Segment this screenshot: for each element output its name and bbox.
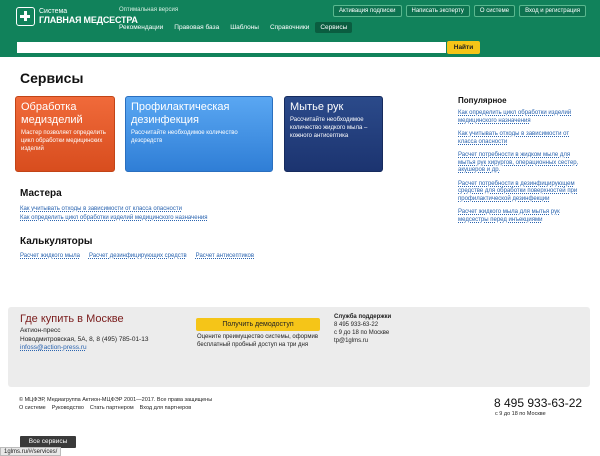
optimal-version-link[interactable]: Оптимальная версия: [119, 7, 178, 13]
card-description: Рассчитайте необходимое количество жидко…: [290, 117, 368, 139]
calc-link-liquid-soap[interactable]: Расчет жидкого мыла: [20, 253, 80, 259]
main-nav: Рекомендации Правовая база Шаблоны Справ…: [114, 22, 353, 33]
search-input[interactable]: [17, 42, 446, 53]
where-to-buy-panel: Где купить в Москве Актион-пресс Новодми…: [8, 307, 590, 387]
popular-link[interactable]: Как определить цикл обработки изделий ме…: [458, 110, 583, 125]
popular-heading: Популярное: [458, 96, 507, 105]
footer-phone: 8 495 933-63-22: [494, 396, 583, 410]
masters-list: Как учитывать отходы в зависимости от кл…: [20, 205, 208, 223]
page-title: Сервисы: [20, 70, 84, 86]
support-phone: 8 495 933-63-22: [334, 322, 379, 328]
site-header: Система ГЛАВНАЯ МЕДСЕСТРА Оптимальная ве…: [0, 0, 600, 57]
support-hours: с 9 до 18 по Москве: [334, 330, 390, 336]
footer-link-about[interactable]: О системе: [19, 405, 46, 411]
nav-templates[interactable]: Шаблоны: [225, 22, 264, 33]
calculators-heading: Калькуляторы: [20, 236, 93, 247]
search-button[interactable]: Найти: [447, 41, 480, 54]
footer-hours: с 9 до 18 по Москве: [495, 411, 546, 417]
support-heading: Служба поддержки: [334, 314, 392, 320]
masters-heading: Мастера: [20, 188, 62, 199]
popular-link[interactable]: Расчет потребности в дезинфицирующем сре…: [458, 181, 583, 204]
footer-link-become-partner[interactable]: Стать партнером: [90, 405, 134, 411]
footer-link-partner-login[interactable]: Вход для партнеров: [140, 405, 192, 411]
card-description: Мастер позволяет определить цикл обработ…: [21, 130, 106, 152]
calc-link-disinfectants[interactable]: Расчет дезинфицирующих средств: [89, 253, 187, 259]
nav-services[interactable]: Сервисы: [315, 22, 353, 33]
popular-link[interactable]: Расчет потребности в жидком мыле для мыт…: [458, 152, 583, 175]
dealer-name: Актион-пресс: [20, 327, 61, 334]
nav-reference[interactable]: Справочники: [265, 22, 314, 33]
service-card-preventive-disinfection[interactable]: Профилактическая дезинфекция Рассчитайте…: [125, 96, 273, 172]
popular-link[interactable]: Расчет жидкого мыла для мытья рук медсес…: [458, 209, 583, 224]
master-link-processing-cycle[interactable]: Как определить цикл обработки изделий ме…: [20, 214, 208, 223]
service-card-instrument-processing[interactable]: Обработка медизделий Мастер позволяет оп…: [15, 96, 115, 172]
write-expert-button[interactable]: Написать эксперту: [405, 5, 470, 17]
browser-status-url: 1glms.ru/#/services/: [0, 447, 62, 456]
activate-subscription-button[interactable]: Активация подписки: [333, 5, 402, 17]
card-title: Профилактическая дезинфекция: [131, 101, 230, 126]
copyright-text: © МЦФЭР, Медиагруппа Актион-МЦФЭР 2001—2…: [19, 397, 213, 403]
login-register-button[interactable]: Вход и регистрация: [519, 5, 586, 17]
service-card-hand-washing[interactable]: Мытье рук Рассчитайте необходимое количе…: [284, 96, 383, 172]
about-system-button[interactable]: О системе: [473, 5, 516, 17]
medical-cross-icon: [16, 7, 35, 26]
get-demo-access-button[interactable]: Получить демодоступ: [196, 318, 320, 331]
dealer-info: Актион-пресс Новодмитровская, 5А, 8, 8 (…: [20, 327, 148, 353]
calc-link-antiseptics[interactable]: Расчет антисептиков: [196, 253, 254, 259]
card-title: Мытье рук: [290, 101, 344, 113]
popular-link[interactable]: Как учитывать отходы в зависимости от кл…: [458, 131, 583, 146]
dealer-address: Новодмитровская, 5А, 8, 8 (495) 785-01-1…: [20, 335, 149, 343]
card-description: Рассчитайте необходимое количество дезср…: [131, 130, 238, 144]
top-buttons: Активация подписки Написать эксперту О с…: [333, 5, 586, 17]
footer-links: О системе Руководство Стать партнером Вх…: [19, 405, 191, 411]
calculators-list: Расчет жидкого мыла Расчет дезинфицирующ…: [20, 253, 254, 259]
popular-sidebar: Популярное Как определить цикл обработки…: [458, 96, 583, 230]
demo-note: Оцените преимущество системы, оформив бе…: [197, 334, 319, 348]
nav-legal-base[interactable]: Правовая база: [169, 22, 224, 33]
footer-link-guide[interactable]: Руководство: [52, 405, 84, 411]
nav-recommendations[interactable]: Рекомендации: [114, 22, 168, 33]
card-title: Обработка медизделий: [21, 101, 83, 126]
where-to-buy-heading: Где купить в Москве: [20, 313, 124, 325]
support-info: Служба поддержки 8 495 933-63-22 с 9 до …: [334, 313, 391, 345]
master-link-waste[interactable]: Как учитывать отходы в зависимости от кл…: [20, 205, 208, 214]
support-email-link[interactable]: tp@1glms.ru: [334, 337, 391, 345]
dealer-email-link[interactable]: infoss@action-press.ru: [20, 344, 87, 351]
